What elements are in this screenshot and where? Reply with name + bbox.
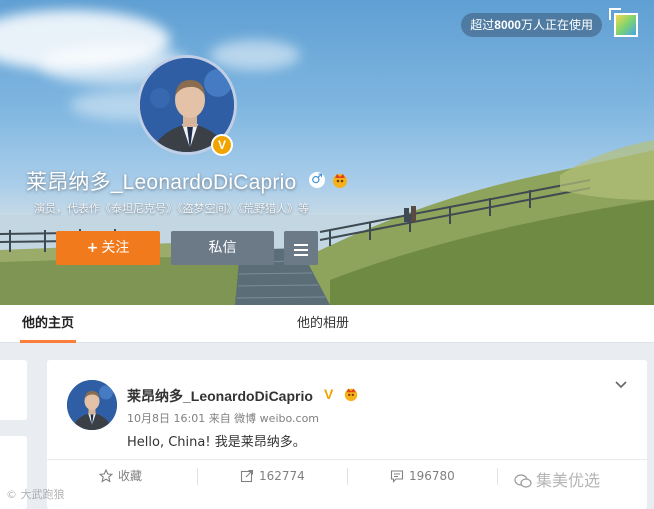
star-icon: [98, 468, 114, 483]
verified-badge-icon: V: [211, 134, 233, 156]
repost-button[interactable]: 162774: [240, 460, 305, 493]
more-menu-button[interactable]: [284, 231, 318, 265]
comment-icon: [390, 470, 404, 483]
favorite-button[interactable]: 收藏: [98, 460, 142, 493]
plus-icon: +: [86, 240, 99, 256]
wechat-icon: [514, 474, 532, 488]
tab-home[interactable]: 他的主页: [19, 305, 77, 343]
sidebar-card: [0, 360, 27, 420]
feed-meta: 10月8日 16:01 来自 微博 weibo.com: [127, 412, 320, 425]
profile-intro: 演员，代表作《泰坦尼克号》《盗梦空间》《荒野猎人》等: [34, 202, 309, 215]
watermark-left: © 大武跑狼: [6, 488, 65, 501]
divider: [347, 468, 348, 485]
profile-cover: 超过8000万人正在使用 V 莱昂纳多_LeonardoDiCaprio ♂ 演…: [0, 0, 654, 305]
divider: [197, 468, 198, 485]
vip-crown-icon: [344, 388, 358, 402]
repost-icon: [240, 469, 254, 483]
watermark-right: 集美优选: [514, 467, 600, 491]
profile-tabs: 他的主页 他的相册: [0, 305, 654, 343]
comment-button[interactable]: 196780: [390, 460, 455, 493]
verified-v-icon: V: [324, 386, 334, 402]
follow-button[interactable]: + 关注: [56, 231, 160, 265]
feed-author-avatar[interactable]: [67, 380, 117, 430]
message-button[interactable]: 私信: [171, 231, 274, 265]
follow-label: 关注: [101, 240, 130, 256]
skin-template-icon[interactable]: [609, 8, 638, 37]
person-portrait-icon: [67, 380, 117, 430]
feed-text: Hello, China! 我是莱昂纳多。: [127, 435, 306, 450]
tab-album[interactable]: 他的相册: [297, 305, 349, 343]
male-gender-icon: ♂: [309, 172, 325, 188]
feed-author-name[interactable]: 莱昂纳多_LeonardoDiCaprio: [127, 386, 313, 406]
vip-crown-icon: [333, 174, 347, 188]
profile-name: 莱昂纳多_LeonardoDiCaprio: [26, 171, 297, 194]
divider: [497, 468, 498, 485]
menu-icon: [284, 231, 318, 256]
chevron-down-icon[interactable]: [614, 378, 628, 392]
usage-badge: 超过8000万人正在使用: [461, 13, 602, 37]
